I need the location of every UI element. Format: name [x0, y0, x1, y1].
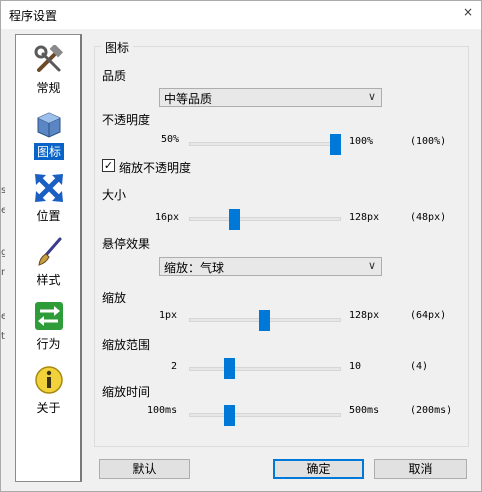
zoom-time-slider-track[interactable]: [189, 413, 341, 417]
zoom-label: 缩放: [102, 291, 127, 305]
sidebar-item-general[interactable]: 常规: [16, 39, 81, 99]
size-label: 大小: [102, 188, 127, 202]
zoom-time-label: 缩放时间: [102, 385, 151, 399]
sidebar-item-label: 图标: [34, 143, 64, 160]
zoom-current-value: (64px): [410, 310, 447, 321]
quality-select-value: 中等品质: [164, 92, 213, 106]
size-min-label: 16px: [155, 212, 180, 223]
sidebar-item-icon[interactable]: 图标: [16, 103, 81, 163]
size-slider-thumb[interactable]: [229, 209, 240, 230]
zoom-range-slider-track[interactable]: [189, 367, 341, 371]
sidebar-item-label: 样式: [36, 273, 61, 287]
edge-fragment: e: [1, 311, 5, 322]
hover-effect-select-value: 缩放：气球: [164, 261, 225, 275]
zoom-range-label: 缩放范围: [102, 338, 151, 352]
sidebar-item-style[interactable]: 样式: [16, 231, 81, 291]
size-current-value: (48px): [410, 212, 447, 223]
quality-select[interactable]: 中等品质 ∨: [159, 88, 382, 107]
zoom-slider-thumb[interactable]: [259, 310, 270, 331]
zoom-range-slider-thumb[interactable]: [224, 358, 235, 379]
zoom-max-label: 128px: [349, 310, 380, 321]
settings-window: 程序设置 × s e g n e t 常规 图标 位置 样式 行为 关于 图标 …: [0, 0, 482, 492]
hover-effect-select[interactable]: 缩放：气球 ∨: [159, 257, 382, 276]
sidebar-item-about[interactable]: 关于: [16, 359, 81, 419]
window-title: 程序设置: [9, 9, 58, 23]
group-title: 图标: [101, 39, 134, 56]
zoom-time-current-value: (200ms): [410, 405, 453, 416]
brush-icon: [38, 237, 62, 266]
opacity-label: 不透明度: [102, 113, 151, 127]
sidebar-item-position[interactable]: 位置: [16, 167, 81, 227]
swap-arrows-icon: [35, 302, 63, 330]
edge-fragment: n: [1, 267, 5, 278]
category-sidebar: 常规 图标 位置 样式 行为 关于: [15, 34, 82, 482]
zoom-time-slider-thumb[interactable]: [224, 405, 235, 426]
edge-fragment: e: [1, 205, 5, 216]
sidebar-item-label: 常规: [36, 81, 61, 95]
opacity-current-value: (100%): [410, 136, 447, 147]
chevron-down-icon: ∨: [367, 259, 376, 272]
edge-fragment: g: [1, 247, 5, 258]
zoom-range-current-value: (4): [410, 361, 429, 372]
cancel-button[interactable]: 取消: [374, 459, 467, 479]
sidebar-item-label: 位置: [36, 209, 61, 223]
close-icon[interactable]: ×: [461, 5, 475, 19]
sidebar-item-label: 关于: [36, 401, 61, 415]
sidebar-item-behavior[interactable]: 行为: [16, 295, 81, 355]
title-bar: 程序设置 ×: [1, 1, 481, 29]
icon-box-icon: [37, 112, 61, 138]
ok-button[interactable]: 确定: [273, 459, 364, 479]
quality-label: 品质: [102, 69, 127, 83]
hover-effect-label: 悬停效果: [102, 237, 151, 251]
arrows-icon: [35, 174, 63, 202]
size-max-label: 128px: [349, 212, 380, 223]
sidebar-item-label: 行为: [36, 337, 61, 351]
default-button[interactable]: 默认: [99, 459, 190, 479]
opacity-slider-thumb[interactable]: [330, 134, 341, 155]
tools-icon: [34, 45, 64, 72]
opacity-slider-track[interactable]: [189, 142, 341, 146]
edge-fragment: s: [1, 185, 5, 196]
zoom-opacity-checkbox[interactable]: ✓: [102, 159, 115, 172]
info-icon: [35, 366, 63, 394]
zoom-time-min-label: 100ms: [147, 405, 178, 416]
zoom-range-min-label: 2: [171, 361, 178, 372]
opacity-max-label: 100%: [349, 136, 374, 147]
opacity-min-label: 50%: [161, 134, 180, 145]
zoom-time-max-label: 500ms: [349, 405, 380, 416]
chevron-down-icon: ∨: [367, 90, 376, 103]
size-slider-track[interactable]: [189, 217, 341, 221]
zoom-min-label: 1px: [159, 310, 178, 321]
zoom-opacity-label: 缩放不透明度: [119, 161, 192, 175]
zoom-range-max-label: 10: [349, 361, 362, 372]
edge-fragment: t: [1, 331, 5, 342]
